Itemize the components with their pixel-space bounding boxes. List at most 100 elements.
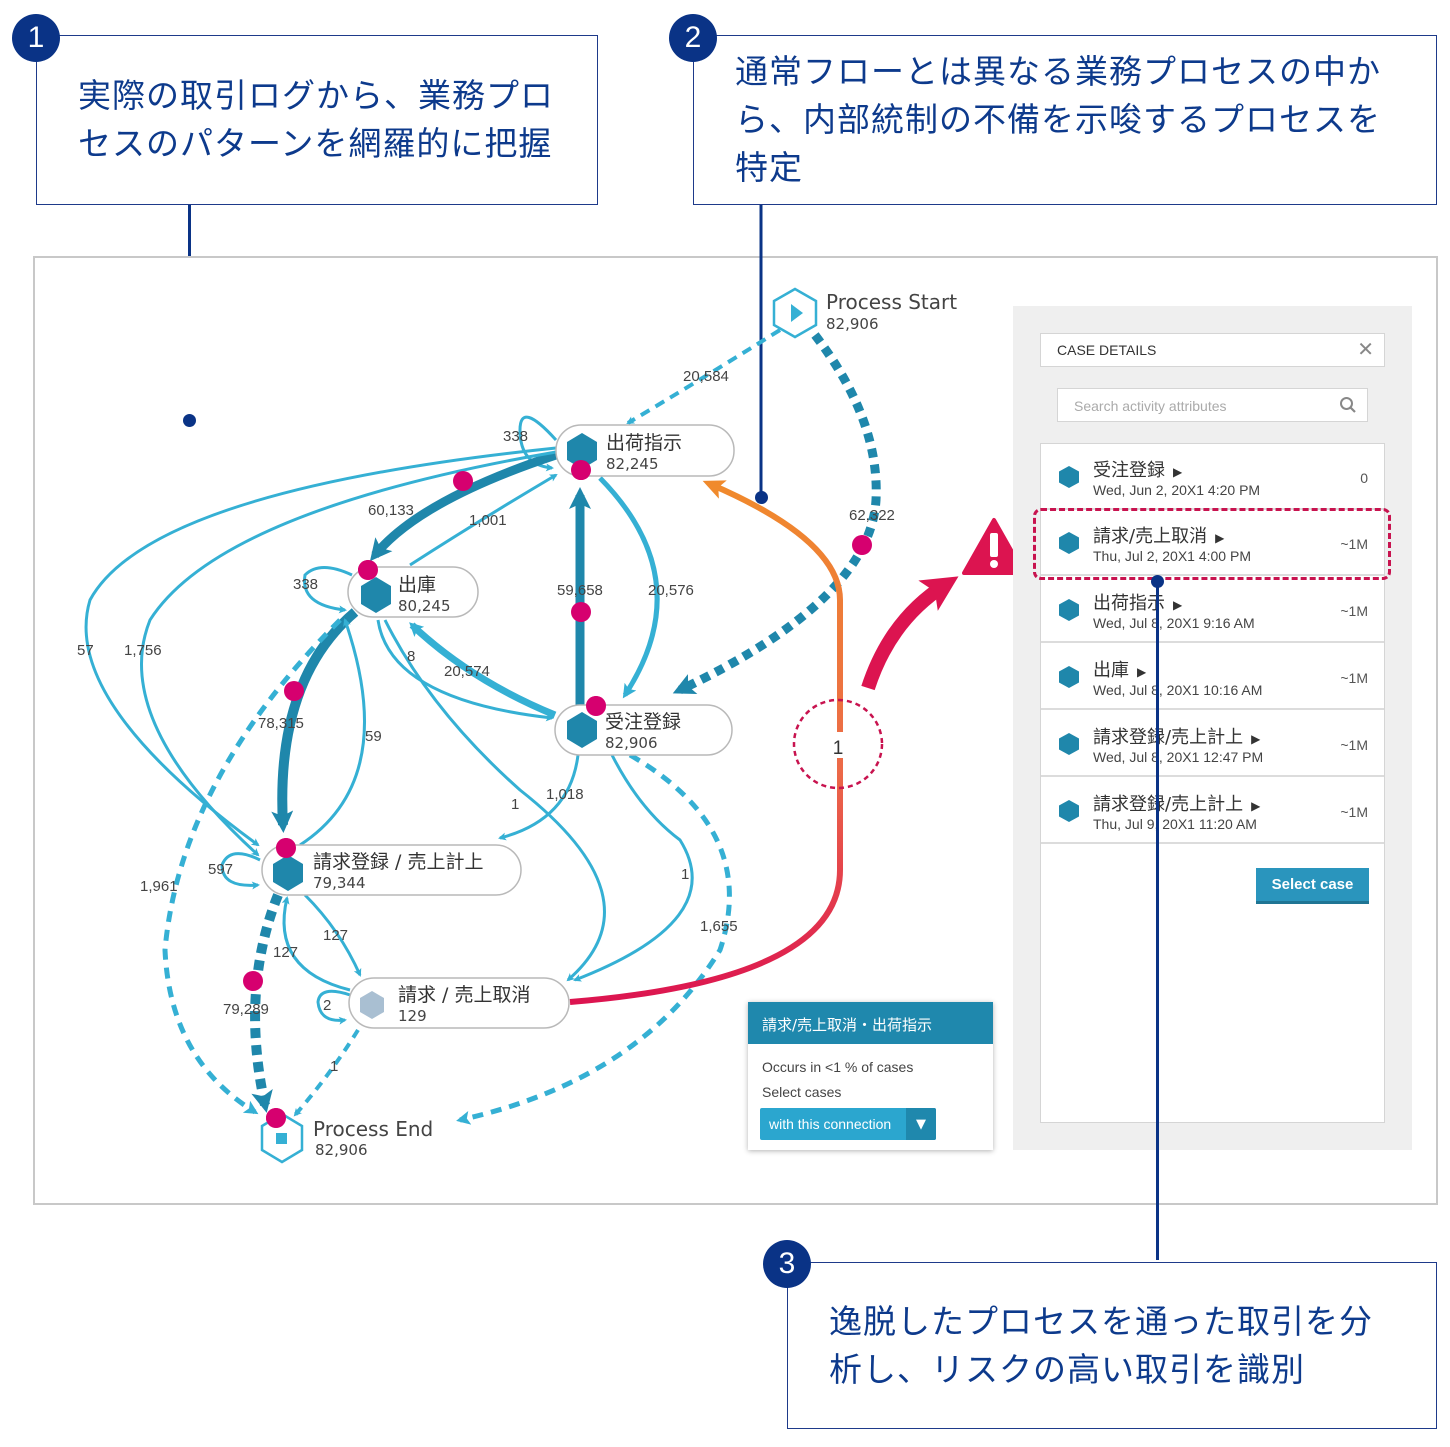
case-row[interactable]: 出荷指示 ▶ Wed, Jul 8, 20X1 9:16 AM ~1M	[1041, 577, 1384, 643]
case-timestamp: Wed, Jul 8, 20X1 12:47 PM	[1093, 749, 1264, 765]
edge-labels: 20,584 62,322 338 60,133 1,001 338 59,65…	[77, 368, 895, 1075]
edge-label: 1,961	[140, 878, 178, 895]
edge-torikeshi-end	[293, 1028, 360, 1117]
edge-label: 1	[511, 796, 519, 813]
node-torikeshi-count: 129	[398, 1007, 427, 1025]
edge-label: 20,574	[444, 663, 490, 680]
deviation-count-label: 1	[833, 738, 844, 759]
select-cases-label: Select cases	[762, 1084, 842, 1100]
node-shukka[interactable]: 出荷指示 82,245	[555, 424, 735, 480]
edge-label: 8	[407, 648, 415, 665]
activity-hexagon-icon	[1059, 733, 1079, 755]
edge-label: 1,001	[469, 512, 507, 529]
edge-label: 127	[323, 927, 348, 944]
node-shukka-label: 出荷指示	[606, 432, 682, 454]
case-details-panel: CASE DETAILS ✕ 受注登録 ▶ Wed, Jun 2, 20X1 4:…	[1013, 306, 1412, 1150]
case-duration: ~1M	[1340, 670, 1368, 686]
edge-label: 20,584	[683, 368, 729, 385]
callout-3-badge: 3	[763, 1240, 811, 1288]
node-torikeshi-label: 請求 / 売上取消	[398, 984, 530, 1006]
caret-right-icon: ▶	[1173, 598, 1183, 612]
case-row[interactable]: 請求登録/売上計上 ▶ Wed, Jul 8, 20X1 12:47 PM ~1M	[1041, 711, 1384, 777]
node-juchu-count: 82,906	[605, 734, 658, 752]
case-duration: ~1M	[1340, 804, 1368, 820]
edge-label: 597	[208, 861, 233, 878]
activity-search-input[interactable]	[1072, 395, 1331, 417]
case-timestamp: Wed, Jul 8, 20X1 10:16 AM	[1093, 682, 1263, 698]
case-row[interactable]: 請求登録/売上計上 ▶ Thu, Jul 9, 20X1 11:20 AM ~1M	[1041, 778, 1384, 844]
case-timestamp: Thu, Jul 9, 20X1 11:20 AM	[1093, 816, 1257, 832]
case-row[interactable]: 受注登録 ▶ Wed, Jun 2, 20X1 4:20 PM 0	[1041, 444, 1384, 510]
node-process-start[interactable]: Process Start 82,906	[772, 287, 957, 339]
edge-label: 79,289	[223, 1001, 269, 1018]
close-icon[interactable]: ✕	[1357, 337, 1374, 361]
node-shukko-count: 80,245	[398, 597, 451, 615]
callout-3-leader-dot	[1151, 575, 1164, 588]
edge-juchu-end	[456, 752, 732, 1125]
callout-1-leader-dot-top	[183, 414, 196, 427]
callout-3-leader	[1156, 580, 1159, 1260]
callout-3-line-1: 逸脱したプロセスを通った取引を分	[829, 1302, 1373, 1341]
edge-label: 338	[503, 428, 528, 445]
highlight-dot	[284, 681, 304, 701]
case-details-header: CASE DETAILS ✕	[1040, 333, 1385, 367]
connection-occurrence-text: Occurs in <1 % of cases	[762, 1059, 914, 1075]
caret-right-icon: ▶	[1251, 732, 1261, 746]
edge-label: 2	[323, 997, 331, 1014]
highlight-dot	[852, 535, 872, 555]
callout-3-text: 逸脱したプロセスを通った取引を分 析し、リスクの高い取引を識別	[829, 1298, 1373, 1394]
case-duration: ~1M	[1340, 603, 1368, 619]
caret-right-icon: ▶	[1173, 465, 1183, 479]
edge-seikyu-end	[250, 893, 283, 1113]
case-row-highlight-frame	[1033, 508, 1391, 580]
node-start-count: 82,906	[826, 315, 879, 333]
edge-label: 62,322	[849, 507, 895, 524]
highlight-dot	[453, 471, 473, 491]
chevron-down-icon[interactable]: ▼	[906, 1108, 936, 1140]
node-shukko[interactable]: 出庫 80,245	[347, 560, 479, 618]
node-juchu[interactable]: 受注登録 82,906	[554, 696, 733, 756]
edge-label: 59	[365, 728, 382, 745]
case-activity-name: 出荷指示	[1093, 593, 1165, 614]
edge-label: 60,133	[368, 502, 414, 519]
case-activity-name: 請求登録/売上計上	[1093, 794, 1244, 815]
node-shukka-count: 82,245	[606, 455, 659, 473]
activity-hexagon-icon	[1059, 666, 1079, 688]
edge-label: 57	[77, 642, 94, 659]
case-activity-name: 受注登録	[1093, 460, 1165, 481]
edge-label: 338	[293, 576, 318, 593]
edge-start-juchu	[672, 332, 881, 695]
activity-hexagon-icon	[1059, 599, 1079, 621]
edge-label: 1,655	[700, 918, 738, 935]
connection-popup-header: 請求/売上取消・出荷指示	[748, 1002, 993, 1044]
case-timestamp: Wed, Jun 2, 20X1 4:20 PM	[1093, 482, 1261, 498]
highlight-dot	[571, 602, 591, 622]
select-cases-dropdown[interactable]: with this connection ▼	[760, 1108, 936, 1140]
node-start-label: Process Start	[826, 290, 957, 314]
activity-hexagon-icon	[1059, 466, 1079, 488]
case-duration: ~1M	[1340, 737, 1368, 753]
case-timestamp: Wed, Jul 8, 20X1 9:16 AM	[1093, 615, 1255, 631]
activity-hexagon-icon	[1059, 800, 1079, 822]
select-case-button[interactable]: Select case	[1256, 868, 1369, 904]
caret-right-icon: ▶	[1251, 799, 1261, 813]
node-torikeshi[interactable]: 請求 / 売上取消 129	[348, 977, 570, 1029]
node-seikyu[interactable]: 請求登録 / 売上計上 79,344	[261, 838, 522, 896]
highlight-dot	[243, 971, 263, 991]
node-juchu-label: 受注登録	[605, 711, 681, 733]
edge-label: 127	[273, 944, 298, 961]
edge-label: 1,018	[546, 786, 584, 803]
node-end-label: Process End	[313, 1117, 433, 1141]
search-icon[interactable]	[1339, 396, 1357, 414]
node-seikyu-count: 79,344	[313, 874, 366, 892]
edge-label: 1	[681, 866, 689, 883]
edge-label: 1,756	[124, 642, 162, 659]
edge-label: 78,315	[258, 715, 304, 732]
node-process-end[interactable]: Process End 82,906	[260, 1108, 433, 1164]
risk-arrow	[861, 576, 959, 691]
case-row[interactable]: 出庫 ▶ Wed, Jul 8, 20X1 10:16 AM ~1M	[1041, 644, 1384, 710]
edge-label: 1	[330, 1058, 338, 1075]
node-end-count: 82,906	[315, 1141, 368, 1159]
edge-label: 59,658	[557, 582, 603, 599]
node-shukko-label: 出庫	[398, 574, 436, 596]
